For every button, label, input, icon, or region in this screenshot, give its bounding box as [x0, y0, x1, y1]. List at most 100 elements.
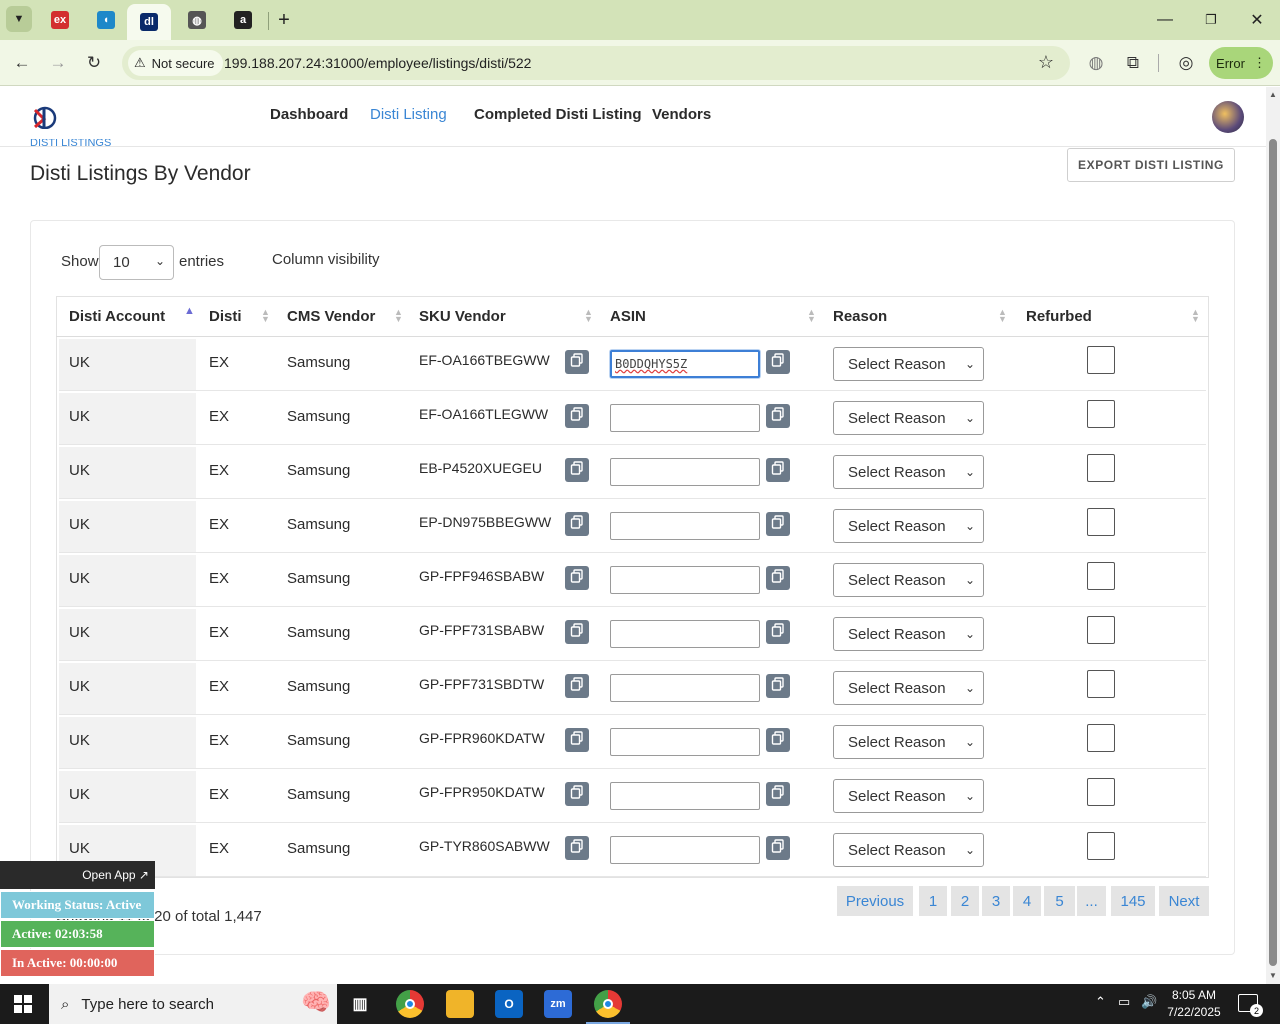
outlook-icon[interactable]: O [495, 990, 523, 1018]
pagination-previous[interactable]: Previous [837, 886, 913, 916]
copy-sku-button[interactable] [565, 458, 589, 482]
reason-select[interactable]: Select Reason ⌄ [833, 347, 984, 381]
sort-both-icon[interactable]: ▲ ▼ [807, 308, 816, 324]
paste-asin-button[interactable] [766, 458, 790, 482]
back-arrow-icon[interactable]: ← [7, 48, 37, 78]
refurbed-checkbox[interactable] [1087, 562, 1115, 590]
reason-select[interactable]: Select Reason ⌄ [833, 455, 984, 489]
network-icon[interactable]: ▭ [1118, 994, 1130, 1010]
sort-both-icon[interactable]: ▲ ▼ [1191, 308, 1200, 324]
column-header-asin[interactable]: ASIN [610, 296, 646, 336]
reason-select[interactable]: Select Reason ⌄ [833, 617, 984, 651]
address-bar[interactable]: ⚠ Not secure 199.188.207.24:31000/employ… [122, 46, 1070, 80]
column-header-refurbed[interactable]: Refurbed [1026, 296, 1092, 336]
minimize-button[interactable]: — [1142, 0, 1188, 40]
system-clock[interactable]: 8:05 AM 7/22/2025 [1164, 987, 1224, 1021]
pagination-next[interactable]: Next [1159, 886, 1209, 916]
paste-asin-button[interactable] [766, 836, 790, 860]
asin-input[interactable] [610, 836, 760, 864]
pagination-page[interactable]: 1 [919, 886, 947, 916]
browser-tab[interactable]: dl [127, 4, 171, 40]
paste-asin-button[interactable] [766, 674, 790, 698]
chrome-profile-icon[interactable] [594, 990, 622, 1018]
reason-select[interactable]: Select Reason ⌄ [833, 671, 984, 705]
chevron-up-icon[interactable]: ⌃ [1095, 994, 1106, 1010]
page-scrollbar[interactable]: ▲ ▼ [1266, 87, 1280, 984]
refurbed-checkbox[interactable] [1087, 778, 1115, 806]
reason-select[interactable]: Select Reason ⌄ [833, 833, 984, 867]
sort-both-icon[interactable]: ▲ ▼ [261, 308, 270, 324]
pagination-page[interactable]: 3 [982, 886, 1010, 916]
scroll-up-icon[interactable]: ▲ [1269, 90, 1277, 99]
copy-sku-button[interactable] [565, 674, 589, 698]
column-header-sku-vendor[interactable]: SKU Vendor [419, 296, 506, 336]
copy-sku-button[interactable] [565, 350, 589, 374]
refurbed-checkbox[interactable] [1087, 670, 1115, 698]
reason-select[interactable]: Select Reason ⌄ [833, 509, 984, 543]
paste-asin-button[interactable] [766, 404, 790, 428]
export-disti-listing-button[interactable]: EXPORT DISTI LISTING [1067, 148, 1235, 182]
nav-completed-disti-listing[interactable]: Completed Disti Listing [474, 106, 642, 123]
scroll-down-icon[interactable]: ▼ [1269, 971, 1277, 980]
column-header-disti[interactable]: Disti [209, 296, 242, 336]
asin-input[interactable] [610, 566, 760, 594]
paste-asin-button[interactable] [766, 566, 790, 590]
zoom-icon[interactable]: zm [544, 990, 572, 1018]
column-header-cms-vendor[interactable]: CMS Vendor [287, 296, 375, 336]
scroll-thumb[interactable] [1269, 139, 1277, 966]
column-header-reason[interactable]: Reason [833, 296, 887, 336]
refurbed-checkbox[interactable] [1087, 400, 1115, 428]
task-view-icon[interactable]: ▥ [346, 990, 374, 1018]
copy-sku-button[interactable] [565, 512, 589, 536]
asin-input[interactable] [610, 512, 760, 540]
reason-select[interactable]: Select Reason ⌄ [833, 725, 984, 759]
bookmark-star-icon[interactable]: ☆ [1038, 52, 1054, 73]
sort-both-icon[interactable]: ▲ ▼ [394, 308, 403, 324]
copy-sku-button[interactable] [565, 728, 589, 752]
browser-tab[interactable]: ex [41, 6, 79, 34]
asin-input[interactable] [610, 728, 760, 756]
sort-asc-icon[interactable]: ▲ [184, 306, 195, 317]
refurbed-checkbox[interactable] [1087, 616, 1115, 644]
nav-vendors[interactable]: Vendors [652, 106, 711, 123]
paste-asin-button[interactable] [766, 620, 790, 644]
breadcrumb[interactable]: DISTI LISTINGS [30, 139, 111, 149]
copy-sku-button[interactable] [565, 782, 589, 806]
windows-start-icon[interactable] [14, 995, 32, 1013]
refurbed-checkbox[interactable] [1087, 454, 1115, 482]
asin-input[interactable] [610, 620, 760, 648]
extensions-icon[interactable]: ⧉ [1118, 48, 1148, 78]
pagination-page[interactable]: 145 [1111, 886, 1155, 916]
volume-icon[interactable]: 🔊 [1141, 994, 1157, 1010]
profile-error-button[interactable]: Error ⋮ [1209, 47, 1273, 79]
forward-arrow-icon[interactable]: → [43, 48, 73, 78]
security-chip[interactable]: ⚠ Not secure [128, 50, 223, 76]
paste-asin-button[interactable] [766, 350, 790, 374]
company-logo[interactable] [30, 105, 60, 129]
chrome-taskbar-icon[interactable] [396, 990, 424, 1018]
url-text[interactable]: 199.188.207.24:31000/employee/listings/d… [224, 55, 531, 71]
entries-select[interactable]: 10 ⌄ [99, 245, 174, 280]
paste-asin-button[interactable] [766, 512, 790, 536]
pagination-page[interactable]: 4 [1013, 886, 1041, 916]
asin-input[interactable] [610, 782, 760, 810]
pagination-page[interactable]: 2 [951, 886, 979, 916]
copy-sku-button[interactable] [565, 404, 589, 428]
refurbed-checkbox[interactable] [1087, 508, 1115, 536]
tab-search-icon[interactable]: ▼ [0, 5, 38, 33]
browser-tab[interactable]: ◍ [178, 6, 216, 34]
translate-icon[interactable]: ◍ [1081, 48, 1111, 78]
reason-select[interactable]: Select Reason ⌄ [833, 401, 984, 435]
sort-both-icon[interactable]: ▲ ▼ [584, 308, 593, 324]
browser-tab[interactable]: ◖ [87, 6, 125, 34]
reason-select[interactable]: Select Reason ⌄ [833, 779, 984, 813]
browser-tab[interactable]: a [224, 6, 262, 34]
profile-icon[interactable]: ◎ [1171, 48, 1201, 78]
paste-asin-button[interactable] [766, 728, 790, 752]
asin-input[interactable]: B0DDQHYS5Z [610, 350, 760, 378]
asin-input[interactable] [610, 458, 760, 486]
user-avatar[interactable] [1212, 101, 1244, 133]
paste-asin-button[interactable] [766, 782, 790, 806]
copy-sku-button[interactable] [565, 620, 589, 644]
reload-icon[interactable]: ↻ [79, 48, 109, 78]
